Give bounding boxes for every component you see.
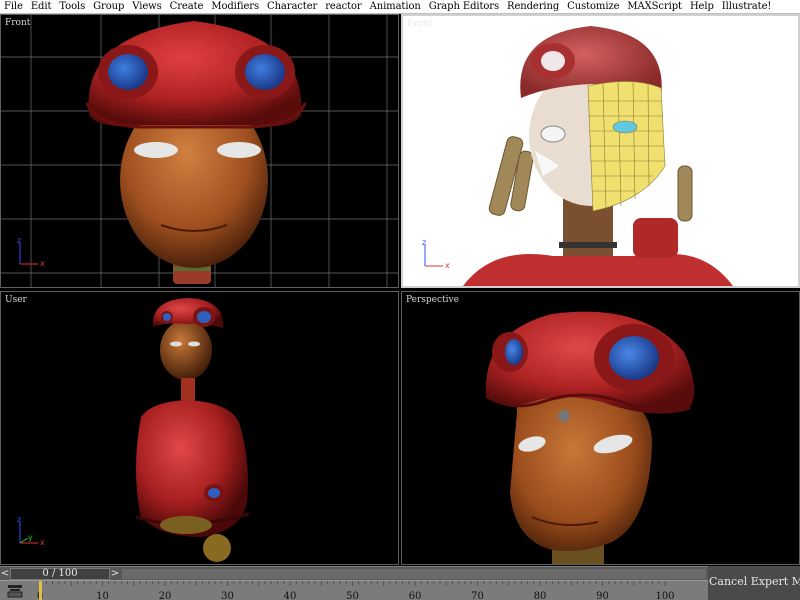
track-tick-label: 20 <box>159 591 172 600</box>
svg-text:z: z <box>422 238 426 247</box>
perspective-visor-right <box>609 336 659 380</box>
front-eye-right <box>217 142 261 158</box>
reference-wireframe <box>587 80 666 212</box>
track-tick-label: 10 <box>96 591 109 600</box>
track-tick-label: 90 <box>596 591 609 600</box>
time-slider-frame-readout[interactable]: 0 / 100 <box>10 568 110 580</box>
svg-text:x: x <box>40 538 45 547</box>
track-tick-label: 30 <box>221 591 234 600</box>
reference-axis-gizmo: z x <box>422 238 450 270</box>
viewport-front[interactable]: Front z x <box>0 14 399 288</box>
menu-bar: File Edit Tools Group Views Create Modifiers Ch… <box>0 0 800 14</box>
track-tick-label: 80 <box>534 591 547 600</box>
front-eye-left <box>134 142 178 158</box>
menu-animation[interactable]: Animation <box>366 0 425 13</box>
track-tick-label: 70 <box>471 591 484 600</box>
track-tick-label: 50 <box>346 591 359 600</box>
viewport-label-user[interactable]: User <box>5 295 27 305</box>
viewport-label-front[interactable]: Front <box>5 18 30 28</box>
user-hip-joint <box>203 534 231 562</box>
menu-rendering[interactable]: Rendering <box>503 0 563 13</box>
time-slider-prev-arrow[interactable]: < <box>0 567 10 580</box>
svg-text:x: x <box>445 261 450 270</box>
menu-edit[interactable]: Edit <box>27 0 56 13</box>
menu-help[interactable]: Help <box>686 0 718 13</box>
time-slider-track[interactable] <box>122 569 706 579</box>
time-slider[interactable]: < 0 / 100 > <box>0 566 708 580</box>
track-tick-label: 40 <box>284 591 297 600</box>
menu-illustrate[interactable]: Illustrate! <box>718 0 776 13</box>
track-tick-label: 60 <box>409 591 422 600</box>
menu-reactor[interactable]: reactor <box>321 0 365 13</box>
front-visor-right <box>245 54 285 90</box>
current-frame-marker[interactable] <box>39 581 42 600</box>
track-bar-icon[interactable] <box>6 583 24 599</box>
menu-views[interactable]: Views <box>128 0 165 13</box>
user-axis-gizmo: z y x <box>17 515 45 547</box>
menu-group[interactable]: Group <box>89 0 128 13</box>
viewport-label-reference[interactable]: Front <box>407 19 432 29</box>
perspective-visor-left <box>505 339 523 365</box>
menu-customize[interactable]: Customize <box>563 0 623 13</box>
reference-shoulders <box>463 254 733 286</box>
viewport-reference[interactable]: Front z x <box>401 14 800 288</box>
menu-character[interactable]: Character <box>263 0 321 13</box>
track-bar-ruler[interactable]: 0102030405060708090100 <box>36 581 704 600</box>
track-tick-label: 100 <box>655 591 674 600</box>
menu-modifiers[interactable]: Modifiers <box>207 0 263 13</box>
user-viewport-scene: z y x <box>17 298 250 562</box>
svg-text:x: x <box>40 259 45 268</box>
menu-maxscript[interactable]: MAXScript <box>623 0 686 13</box>
svg-text:z: z <box>17 515 21 524</box>
svg-text:z: z <box>17 236 21 245</box>
user-head <box>160 320 212 380</box>
perspective-viewport-scene <box>485 311 695 564</box>
menu-tools[interactable]: Tools <box>55 0 89 13</box>
reference-viewport-scene: z x <box>422 26 733 286</box>
menu-create[interactable]: Create <box>166 0 208 13</box>
menu-graph-editors[interactable]: Graph Editors <box>425 0 503 13</box>
viewport-perspective[interactable]: Perspective <box>401 291 800 565</box>
front-visor-left <box>108 54 148 90</box>
time-slider-next-arrow[interactable]: > <box>110 567 120 580</box>
front-viewport-scene: z x <box>1 15 398 287</box>
viewport-label-perspective[interactable]: Perspective <box>406 295 459 305</box>
viewport-user[interactable]: User z y x <box>0 291 399 565</box>
perspective-forehead-bolt <box>558 410 570 422</box>
svg-text:y: y <box>28 533 33 542</box>
track-bar[interactable]: 0102030405060708090100 <box>0 580 708 600</box>
cancel-expert-mode-button[interactable]: Cancel Expert Mode <box>708 566 800 600</box>
menu-file[interactable]: File <box>0 0 27 13</box>
